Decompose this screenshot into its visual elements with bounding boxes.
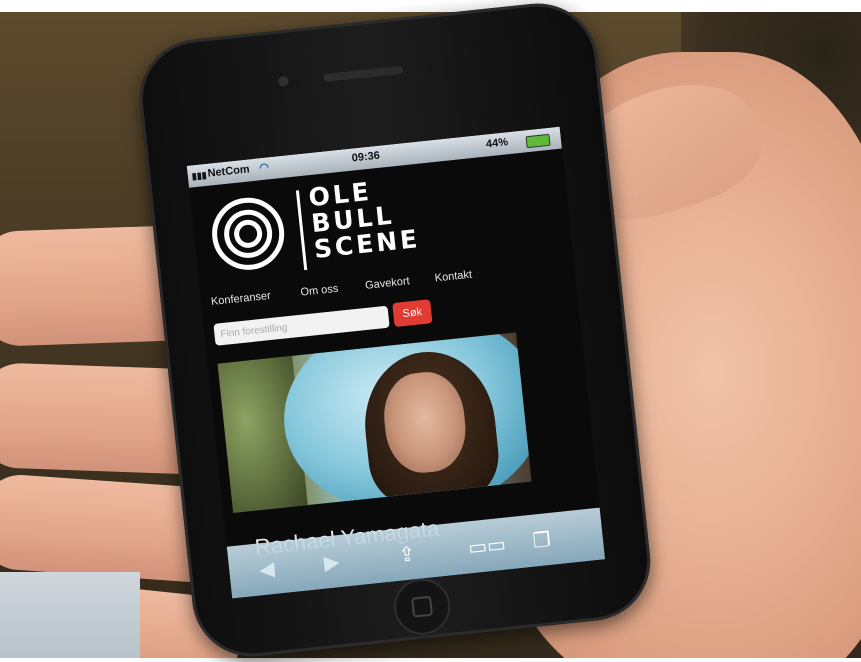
home-button[interactable] bbox=[391, 575, 453, 638]
bookmarks-icon[interactable]: ▭▭ bbox=[467, 532, 507, 561]
back-arrow-icon[interactable]: ◀ bbox=[258, 556, 276, 582]
logo-rings-icon[interactable] bbox=[208, 194, 288, 274]
featured-artist-photo[interactable] bbox=[217, 332, 532, 513]
share-icon[interactable]: ⇪ bbox=[397, 541, 416, 568]
earpiece-speaker bbox=[322, 65, 404, 83]
battery-percent: 44% bbox=[485, 136, 509, 151]
main-nav: Konferanser Om oss Gavekort Kontakt bbox=[210, 258, 570, 316]
phone-screen: ▮▮▮ NetCom ◠ 09:36 44% OLE BULL SCENE Ko… bbox=[186, 126, 606, 599]
nav-item-konferanser[interactable]: Konferanser bbox=[210, 290, 271, 308]
battery-icon bbox=[525, 133, 551, 149]
nav-item-gavekort[interactable]: Gavekort bbox=[365, 275, 411, 292]
front-camera bbox=[277, 75, 289, 87]
logo-divider bbox=[295, 190, 308, 271]
nav-item-kontakt[interactable]: Kontakt bbox=[434, 269, 472, 285]
nav-item-om-oss[interactable]: Om oss bbox=[300, 283, 339, 299]
wifi-icon: ◠ bbox=[258, 161, 270, 175]
search-button[interactable]: Søk bbox=[392, 299, 433, 328]
status-time: 09:36 bbox=[351, 149, 381, 165]
home-square-icon bbox=[411, 595, 434, 618]
forward-arrow-icon[interactable]: ▶ bbox=[323, 549, 341, 575]
smartphone: ▮▮▮ NetCom ◠ 09:36 44% OLE BULL SCENE Ko… bbox=[133, 0, 657, 662]
sleeve-cuff bbox=[0, 572, 140, 658]
carrier-name: NetCom bbox=[207, 163, 251, 180]
tabs-icon[interactable]: ❐ bbox=[532, 527, 552, 554]
site-logo[interactable]: OLE BULL SCENE bbox=[307, 174, 421, 264]
